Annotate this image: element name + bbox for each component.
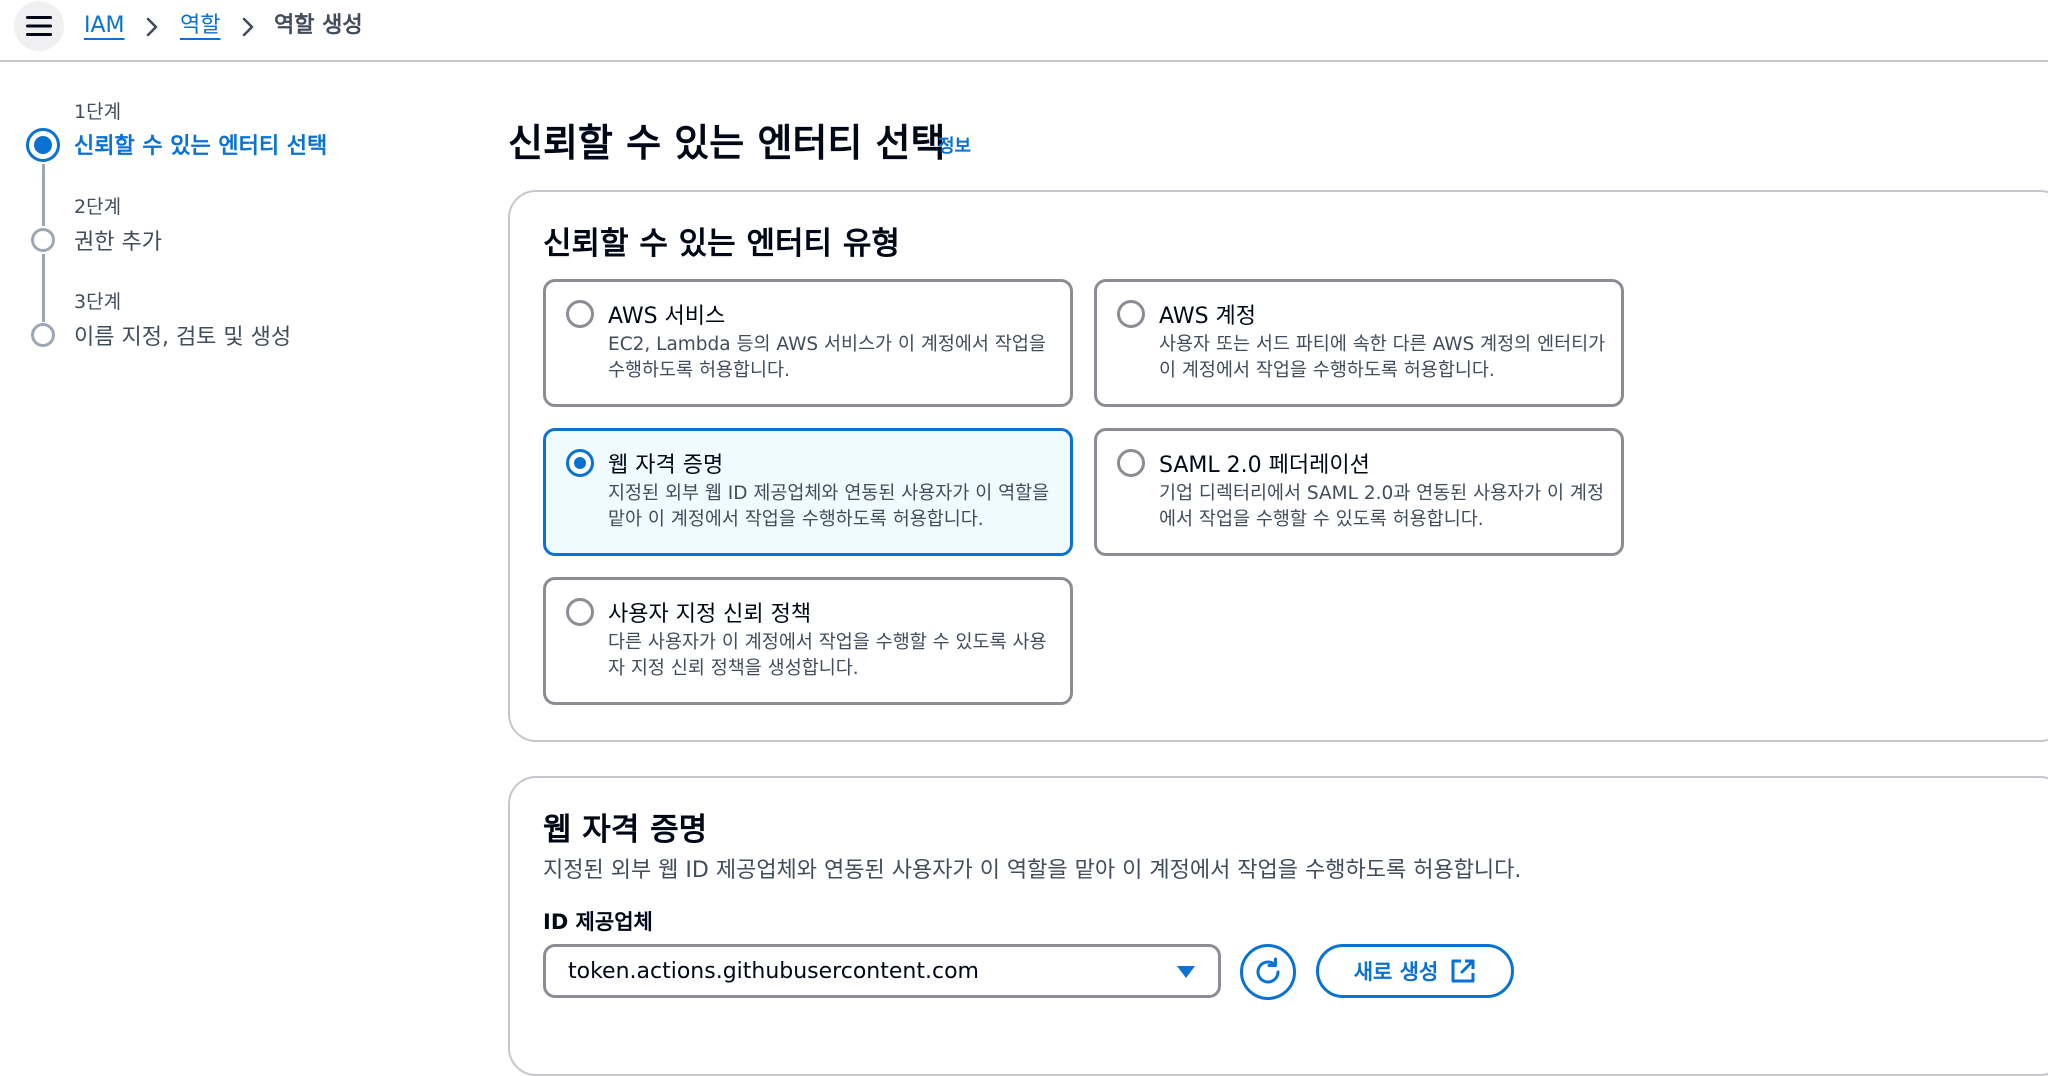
tile-web-identity[interactable]: 웹 자격 증명 지정된 외부 웹 ID 제공업체와 연동된 사용자가 이 역할을… (543, 428, 1073, 556)
tile-description: 지정된 외부 웹 ID 제공업체와 연동된 사용자가 이 역할을 맡아 이 계정… (608, 483, 1050, 530)
step-2-number: 2단계 (74, 196, 122, 218)
step-1-number: 1단계 (74, 101, 122, 123)
radio-button[interactable] (1117, 300, 1145, 328)
tile-description: EC2, Lambda 등의 AWS 서비스가 이 계정에서 작업을 수행하도록… (608, 334, 1046, 381)
entity-type-title: 신뢰할 수 있는 엔터티 유형 (543, 226, 900, 262)
tile-aws-service[interactable]: AWS 서비스 EC2, Lambda 등의 AWS 서비스가 이 계정에서 작… (543, 279, 1073, 407)
tile-title: SAML 2.0 페더레이션 (1159, 453, 1370, 478)
menu-icon (26, 16, 52, 36)
page-title: 신뢰할 수 있는 엔터티 선택 (508, 121, 946, 165)
identity-provider-value: token.actions.githubusercontent.com (568, 959, 979, 984)
refresh-icon (1256, 957, 1280, 984)
info-link[interactable]: 정보 (938, 132, 971, 158)
web-identity-container (508, 776, 2048, 1076)
radio-button[interactable] (1117, 449, 1145, 477)
create-new-button[interactable]: 새로 생성 (1316, 944, 1514, 998)
tile-title: AWS 서비스 (608, 304, 726, 329)
step-3-indicator (31, 323, 55, 347)
step-3-number: 3단계 (74, 291, 122, 313)
tile-saml-federation[interactable]: SAML 2.0 페더레이션 기업 디렉터리에서 SAML 2.0과 연동된 사… (1094, 428, 1624, 556)
step-connector (42, 164, 45, 226)
tile-aws-account[interactable]: AWS 계정 사용자 또는 서드 파티에 속한 다른 AWS 계정의 엔터티가 … (1094, 279, 1624, 407)
caret-down-icon (1177, 966, 1195, 978)
radio-button[interactable] (566, 300, 594, 328)
step-2-title: 권한 추가 (74, 230, 162, 255)
breadcrumb-roles[interactable]: 역할 (180, 10, 220, 42)
menu-button[interactable] (14, 1, 64, 51)
step-3-title: 이름 지정, 검토 및 생성 (74, 325, 292, 350)
step-connector (42, 254, 45, 322)
web-identity-title: 웹 자격 증명 (543, 812, 708, 848)
tile-description: 사용자 또는 서드 파티에 속한 다른 AWS 계정의 엔터티가 이 계정에서 … (1159, 334, 1606, 381)
identity-provider-select[interactable]: token.actions.githubusercontent.com (543, 944, 1221, 998)
radio-button[interactable] (566, 598, 594, 626)
identity-provider-label: ID 제공업체 (543, 910, 653, 934)
tile-title: 웹 자격 증명 (608, 453, 724, 478)
tile-title: 사용자 지정 신뢰 정책 (608, 602, 812, 627)
step-2-indicator (31, 228, 55, 252)
tile-description: 기업 디렉터리에서 SAML 2.0과 연동된 사용자가 이 계정에서 작업을 … (1159, 483, 1604, 530)
external-link-icon (1451, 959, 1475, 983)
create-new-label: 새로 생성 (1353, 960, 1439, 984)
radio-button-selected[interactable] (566, 449, 594, 477)
breadcrumb-iam[interactable]: IAM (84, 10, 125, 42)
chevron-right-icon (242, 17, 254, 37)
web-identity-description: 지정된 외부 웹 ID 제공업체와 연동된 사용자가 이 역할을 맡아 이 계정… (543, 858, 1522, 883)
refresh-button[interactable] (1240, 944, 1296, 1000)
step-1-title[interactable]: 신뢰할 수 있는 엔터티 선택 (74, 128, 327, 160)
chevron-right-icon (146, 17, 158, 37)
breadcrumb-current: 역할 생성 (274, 13, 363, 38)
tile-custom-trust-policy[interactable]: 사용자 지정 신뢰 정책 다른 사용자가 이 계정에서 작업을 수행할 수 있도… (543, 577, 1073, 705)
tile-title: AWS 계정 (1159, 304, 1257, 329)
tile-description: 다른 사용자가 이 계정에서 작업을 수행할 수 있도록 사용자 지정 신뢰 정… (608, 632, 1047, 679)
step-1-indicator (26, 128, 60, 162)
top-navigation: IAM 역할 역할 생성 (0, 0, 2048, 62)
